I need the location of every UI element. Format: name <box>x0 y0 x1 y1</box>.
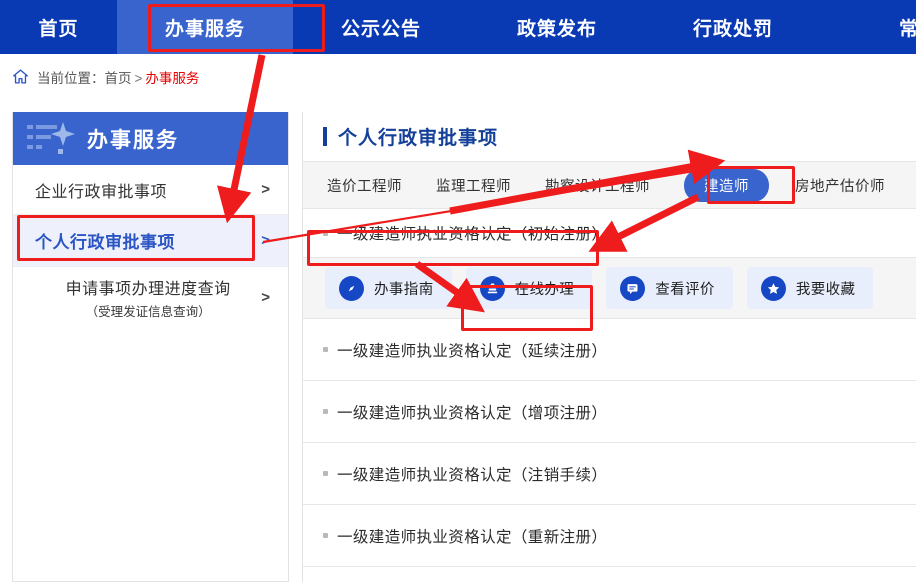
category-tabs: 造价工程师 监理工程师 勘察设计工程师 建造师 房地产估价师 <box>303 161 916 209</box>
bullet-icon <box>323 471 328 476</box>
nav-item-label: 常 <box>898 18 916 40</box>
document-sparkle-icon <box>27 122 75 154</box>
action-label: 查看评价 <box>655 281 715 298</box>
breadcrumb: 当前位置：首页 > 办事服务 <box>0 54 916 99</box>
compass-icon <box>339 275 364 301</box>
sidebar-item-progress-query[interactable]: 申请事项办理进度查询 （受理发证信息查询） > <box>13 267 288 327</box>
bullet-icon <box>323 533 328 538</box>
bullet-icon <box>323 409 328 414</box>
sidebar-item-label: 企业行政审批事项 <box>35 183 168 201</box>
sidebar-title: 办事服务 <box>87 128 179 152</box>
breadcrumb-current: 办事服务 <box>145 70 200 86</box>
chevron-right-icon: > <box>261 232 270 249</box>
sidebar: 办事服务 企业行政审批事项 > 个人行政审批事项 > 申请事项办理进度查询 （受… <box>12 112 289 582</box>
action-favorite-button[interactable]: 我要收藏 <box>746 267 874 309</box>
main-panel: 个人行政审批事项 造价工程师 监理工程师 勘察设计工程师 建造师 房地产估价师 … <box>302 112 916 582</box>
nav-item-label: 首页 <box>38 18 79 40</box>
breadcrumb-text: 当前位置：首页 > 办事服务 <box>37 67 199 87</box>
page-title-text: 个人行政审批事项 <box>338 128 499 149</box>
nav-item-label: 办事服务 <box>164 18 245 40</box>
action-label: 办事指南 <box>374 281 434 298</box>
action-view-reviews-button[interactable]: 查看评价 <box>606 267 733 309</box>
nav-item-label: 行政处罚 <box>692 18 773 40</box>
nav-item-policy[interactable]: 政策发布 <box>469 0 645 54</box>
title-accent-bar <box>323 127 327 146</box>
action-online-apply-button[interactable]: 在线办理 <box>465 267 593 309</box>
tab-survey-design-engineer[interactable]: 勘察设计工程师 <box>545 175 650 196</box>
nav-item-home[interactable]: 首页 <box>0 0 117 54</box>
action-button-bar: 办事指南 在线办理 查看评价 我要收藏 <box>303 257 916 319</box>
list-item[interactable]: 一级建造师执业资格认定（增项注册） <box>303 381 916 443</box>
bullet-icon <box>323 230 328 236</box>
sidebar-header: 办事服务 <box>13 112 288 165</box>
sidebar-item-sublabel: （受理发证信息查询） <box>85 304 211 319</box>
list-item[interactable]: 一级建造师执业资格认定（重新注册） <box>303 505 916 567</box>
nav-item-overflow[interactable]: 常 <box>821 0 916 54</box>
sidebar-item-label: 申请事项办理进度查询 <box>65 280 231 298</box>
list-item-label: 一级建造师执业资格认定（注销手续） <box>337 466 608 484</box>
top-navigation-bar: 首页 办事服务 公示公告 政策发布 行政处罚 常 <box>0 0 916 54</box>
action-guide-button[interactable]: 办事指南 <box>325 267 452 309</box>
chevron-right-icon: > <box>261 288 270 306</box>
star-icon <box>760 275 786 301</box>
list-item-label: 一级建造师执业资格认定（重新注册） <box>337 528 608 546</box>
home-icon <box>13 69 28 84</box>
sidebar-item-personal[interactable]: 个人行政审批事项 > <box>13 215 288 267</box>
nav-item-label: 公示公告 <box>340 18 421 40</box>
breadcrumb-prefix: 当前位置： <box>37 70 105 86</box>
bullet-icon <box>323 347 328 352</box>
tab-constructor[interactable]: 建造师 <box>684 168 769 202</box>
nav-item-services[interactable]: 办事服务 <box>117 0 293 54</box>
tab-supervision-engineer[interactable]: 监理工程师 <box>436 175 511 196</box>
list-item-label: 一级建造师执业资格认定（增项注册） <box>337 404 608 422</box>
action-label: 我要收藏 <box>795 281 856 298</box>
page-title: 个人行政审批事项 <box>303 112 916 161</box>
breadcrumb-root-link[interactable]: 首页 <box>105 71 132 86</box>
list-item[interactable]: 一级建造师执业资格认定（延续注册） <box>303 319 916 381</box>
list-item-label: 一级建造师执业资格认定（延续注册） <box>337 342 608 360</box>
action-label: 在线办理 <box>514 281 575 298</box>
tab-real-estate-appraiser[interactable]: 房地产估价师 <box>795 175 885 196</box>
list-item[interactable]: 一级建造师执业资格认定（注销手续） <box>303 443 916 505</box>
nav-item-announcements[interactable]: 公示公告 <box>293 0 469 54</box>
stamp-icon <box>479 275 505 301</box>
list-item-label: 一级建造师执业资格认定（初始注册） <box>337 226 608 243</box>
chevron-right-icon: > <box>261 181 270 198</box>
sidebar-item-label: 个人行政审批事项 <box>35 233 175 252</box>
tab-cost-engineer[interactable]: 造价工程师 <box>327 175 402 196</box>
nav-item-label: 政策发布 <box>516 18 597 40</box>
breadcrumb-separator: > <box>134 70 143 86</box>
sidebar-item-text-block: 申请事项办理进度查询 （受理发证信息查询） <box>35 275 261 320</box>
nav-item-penalty[interactable]: 行政处罚 <box>645 0 821 54</box>
list-item-selected[interactable]: 一级建造师执业资格认定（初始注册） <box>303 209 916 257</box>
content-area: 办事服务 企业行政审批事项 > 个人行政审批事项 > 申请事项办理进度查询 （受… <box>0 99 916 582</box>
comment-icon <box>620 275 646 301</box>
sidebar-item-enterprise[interactable]: 企业行政审批事项 > <box>13 165 288 215</box>
